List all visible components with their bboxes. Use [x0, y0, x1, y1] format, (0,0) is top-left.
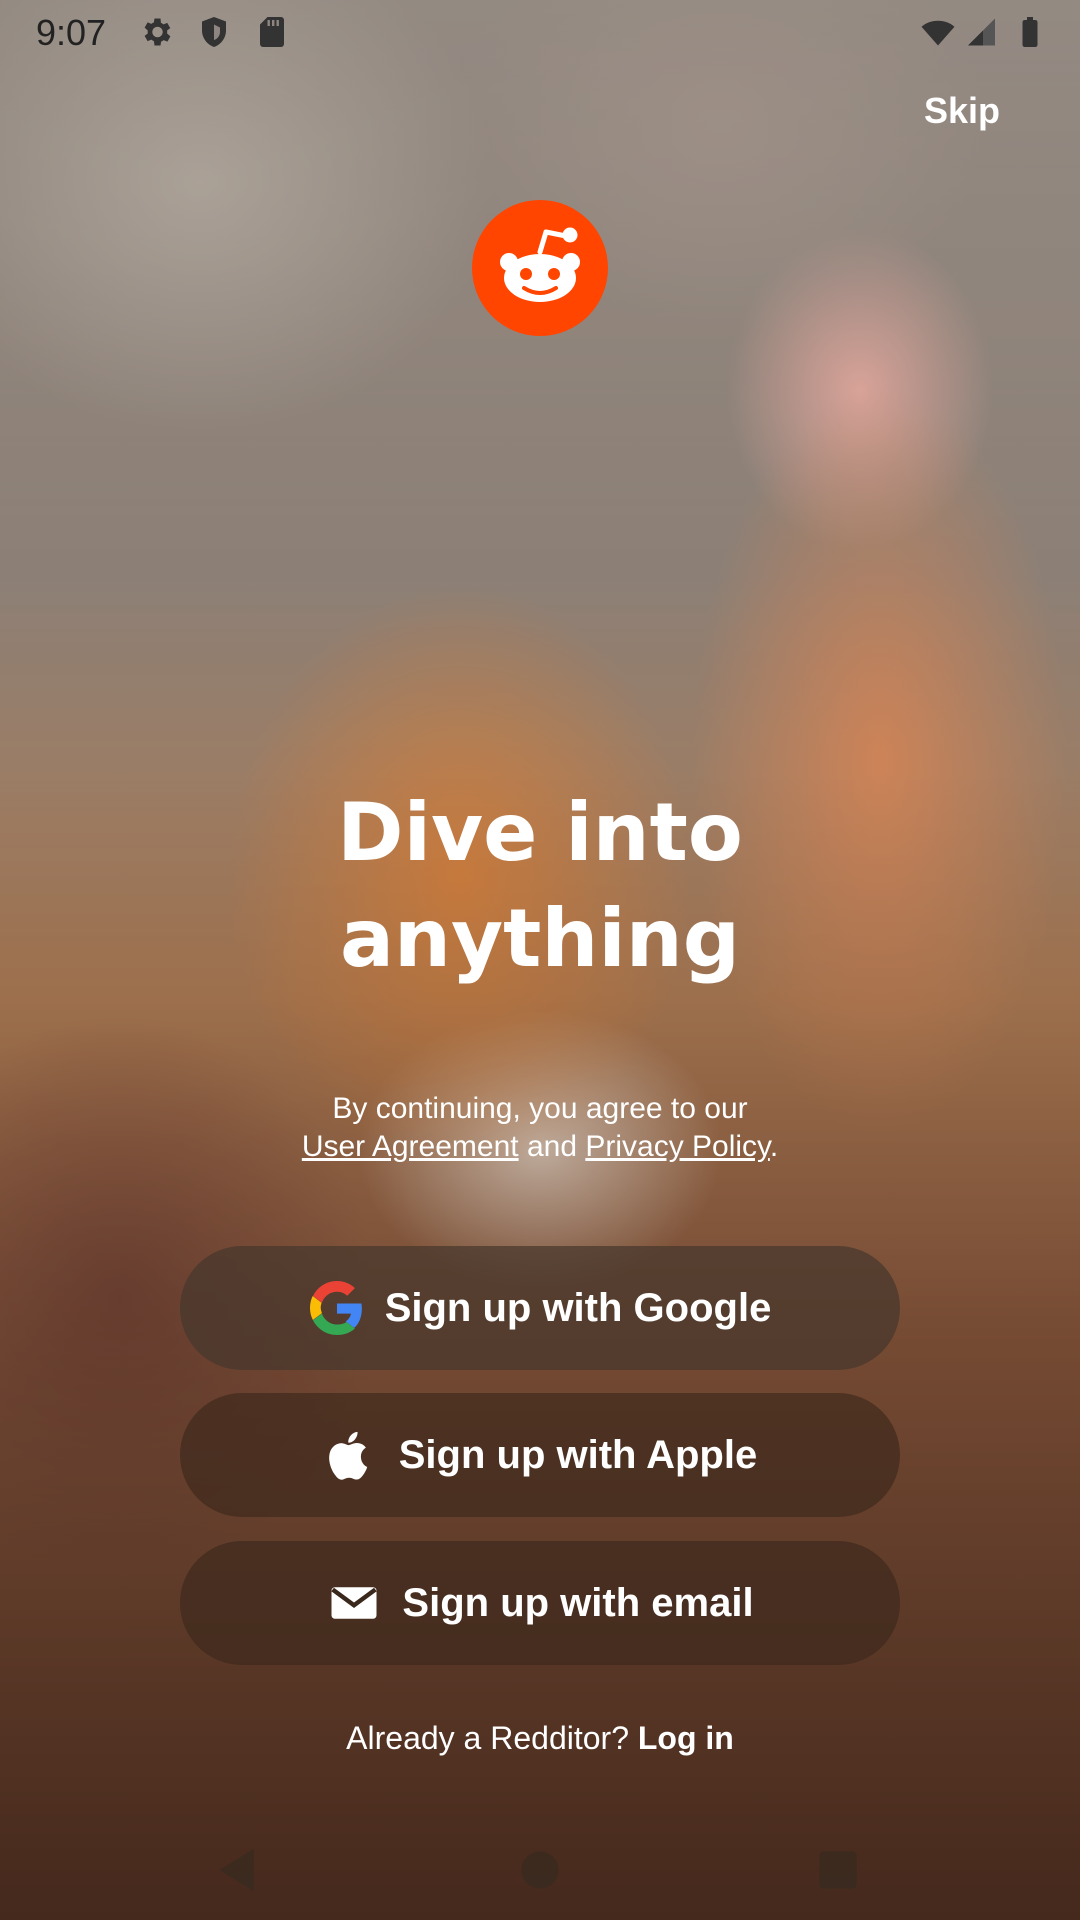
google-icon — [309, 1280, 365, 1336]
mail-icon — [326, 1575, 382, 1631]
headline: Dive into anything — [0, 780, 1080, 992]
sign-up-apple-button[interactable]: Sign up with Apple — [180, 1393, 900, 1517]
reddit-snoo-icon — [472, 200, 608, 336]
navigation-bar — [0, 1820, 1080, 1920]
agreement-and: and — [518, 1130, 586, 1163]
status-time: 9:07 — [36, 12, 107, 53]
shield-icon — [196, 14, 232, 50]
status-bar: 9:07 — [0, 0, 1080, 64]
signal-icon — [962, 14, 998, 50]
apple-icon — [323, 1427, 379, 1483]
sign-up-email-button[interactable]: Sign up with email — [180, 1541, 900, 1665]
sign-up-apple-label: Sign up with Apple — [398, 1432, 758, 1477]
sign-up-google-button[interactable]: Sign up with Google — [180, 1246, 900, 1370]
log-in-link[interactable]: Log in — [638, 1720, 734, 1756]
agreement-suffix: . — [769, 1130, 779, 1163]
login-prompt-text: Already a Redditor? — [346, 1720, 638, 1756]
headline-line-2: anything — [340, 892, 740, 985]
user-agreement-link[interactable]: User Agreement — [302, 1130, 519, 1163]
sd-card-icon — [254, 14, 290, 50]
privacy-policy-link[interactable]: Privacy Policy — [585, 1130, 769, 1163]
home-icon[interactable] — [508, 1838, 572, 1902]
agreement-prefix: By continuing, you agree to our — [332, 1092, 748, 1125]
back-icon[interactable] — [206, 1838, 270, 1902]
login-prompt: Already a Redditor? Log in — [0, 1720, 1080, 1757]
gear-icon — [138, 14, 174, 50]
sign-up-email-label: Sign up with email — [402, 1580, 754, 1625]
recents-icon[interactable] — [806, 1838, 870, 1902]
headline-line-1: Dive into — [337, 786, 743, 879]
wifi-icon — [920, 14, 956, 50]
sign-up-google-label: Sign up with Google — [384, 1285, 772, 1330]
battery-icon — [1012, 14, 1048, 50]
skip-button[interactable]: Skip — [924, 90, 1000, 132]
agreement-text: By continuing, you agree to our User Agr… — [0, 1090, 1080, 1166]
